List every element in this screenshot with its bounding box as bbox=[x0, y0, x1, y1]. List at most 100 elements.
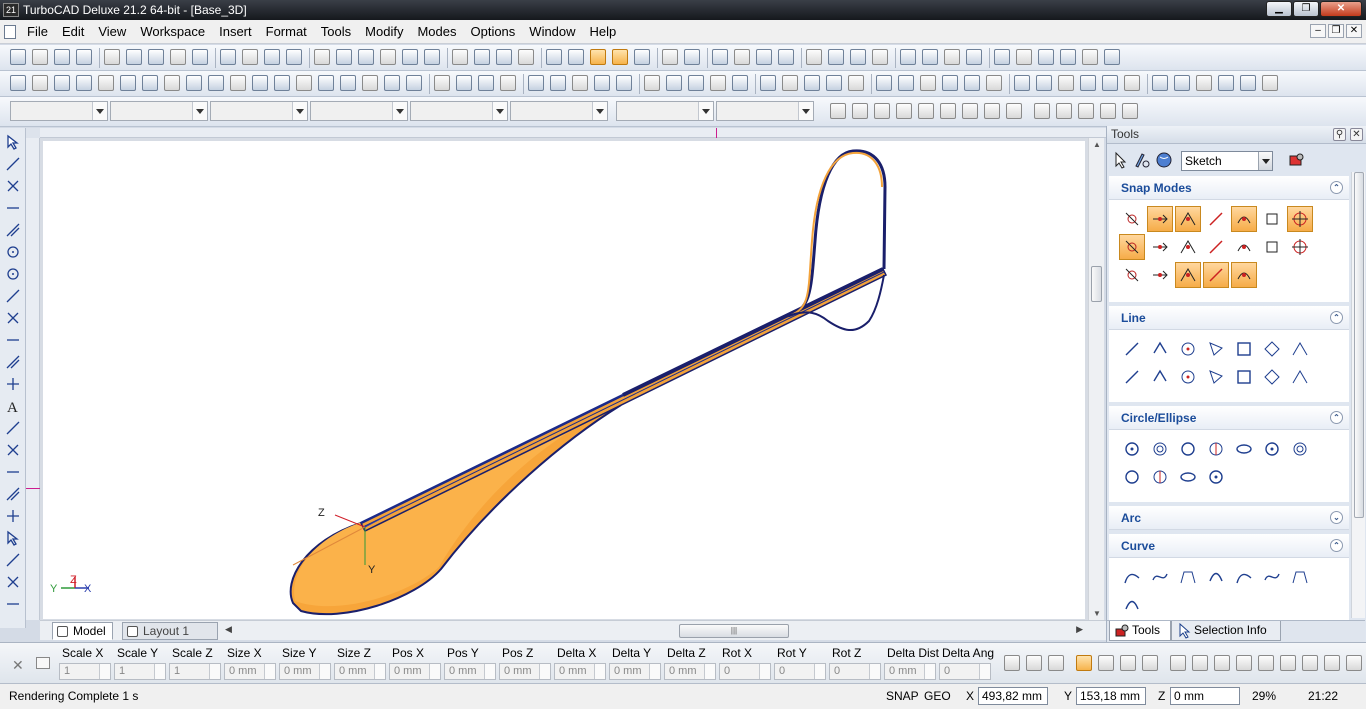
toolbar-button-icon[interactable] bbox=[186, 75, 202, 91]
field-input[interactable]: 0 mm bbox=[609, 663, 661, 680]
field-input[interactable]: 0 bbox=[939, 663, 991, 680]
layer-combo[interactable] bbox=[10, 101, 108, 121]
inspector-option-icon[interactable] bbox=[1098, 655, 1114, 671]
toolbar-button-icon[interactable] bbox=[568, 49, 584, 65]
curve-tool-icon[interactable] bbox=[1119, 592, 1145, 618]
mdi-close-icon[interactable]: ✕ bbox=[1346, 24, 1362, 38]
circle-tool-icon[interactable] bbox=[1175, 464, 1201, 490]
toolbar-button-icon[interactable] bbox=[274, 75, 290, 91]
toolbar-button-icon[interactable] bbox=[264, 49, 280, 65]
snap-mode-icon[interactable] bbox=[1231, 234, 1257, 260]
minimize-icon[interactable]: ▁ bbox=[1266, 1, 1292, 17]
circle-tool-icon[interactable] bbox=[1147, 436, 1173, 462]
section-header-arc[interactable]: Arc ⌄ bbox=[1109, 506, 1349, 530]
section-header-curve[interactable]: Curve ⌃ bbox=[1109, 534, 1349, 558]
inspector-option-icon[interactable] bbox=[1214, 655, 1230, 671]
snap-mode-icon[interactable] bbox=[1259, 234, 1285, 260]
snap-mode-icon[interactable] bbox=[1147, 234, 1173, 260]
snap-mode-icon[interactable] bbox=[1147, 206, 1173, 232]
snap-mode-icon[interactable] bbox=[1203, 262, 1229, 288]
line-tool-icon[interactable] bbox=[1259, 364, 1285, 390]
field-input[interactable]: 0 mm bbox=[884, 663, 936, 680]
inspector-option-icon[interactable] bbox=[1076, 655, 1092, 671]
snap-mode-icon[interactable] bbox=[1119, 234, 1145, 260]
menu-workspace[interactable]: Workspace bbox=[133, 21, 212, 43]
snap-toolbar-icon[interactable] bbox=[1056, 103, 1072, 119]
drawing-tool-icon[interactable] bbox=[5, 310, 21, 326]
toolbar-button-icon[interactable] bbox=[760, 75, 776, 91]
field-input[interactable]: 0 mm bbox=[444, 663, 496, 680]
toolbar-button-icon[interactable] bbox=[518, 49, 534, 65]
toolbar-button-icon[interactable] bbox=[314, 49, 330, 65]
circle-tool-icon[interactable] bbox=[1231, 436, 1257, 462]
drawing-tool-icon[interactable] bbox=[5, 200, 21, 216]
drawing-tool-icon[interactable] bbox=[5, 574, 21, 590]
toolbar-button-icon[interactable] bbox=[964, 75, 980, 91]
toolbar-button-icon[interactable] bbox=[220, 49, 236, 65]
inspector-option-icon[interactable] bbox=[1120, 655, 1136, 671]
text-tool-icon[interactable]: A bbox=[5, 398, 21, 416]
toolbar-button-icon[interactable] bbox=[54, 49, 70, 65]
toolbar-button-icon[interactable] bbox=[296, 75, 312, 91]
snap-toolbar-icon[interactable] bbox=[1034, 103, 1050, 119]
snap-toolbar-icon[interactable] bbox=[918, 103, 934, 119]
palette-scroll-thumb[interactable] bbox=[1354, 172, 1364, 518]
toolbar-button-icon[interactable] bbox=[318, 75, 334, 91]
menu-modes[interactable]: Modes bbox=[410, 21, 463, 43]
toolbar-button-icon[interactable] bbox=[528, 75, 544, 91]
collapse-icon[interactable]: ⌃ bbox=[1330, 411, 1343, 424]
model-3d-object[interactable] bbox=[289, 149, 888, 616]
snap-mode-icon[interactable] bbox=[1119, 262, 1145, 288]
field-input[interactable]: 0 mm bbox=[389, 663, 441, 680]
toolbar-button-icon[interactable] bbox=[242, 49, 258, 65]
circle-tool-icon[interactable] bbox=[1119, 464, 1145, 490]
inspector-option-icon[interactable] bbox=[1280, 655, 1296, 671]
snap-mode-icon[interactable] bbox=[1119, 206, 1145, 232]
snap-toolbar-icon[interactable] bbox=[852, 103, 868, 119]
snap-toolbar-icon[interactable] bbox=[1100, 103, 1116, 119]
toolbar-button-icon[interactable] bbox=[1014, 75, 1030, 91]
drawing-tool-icon[interactable] bbox=[5, 222, 21, 238]
grid-icon[interactable] bbox=[36, 657, 50, 669]
menu-file[interactable]: File bbox=[20, 21, 55, 43]
drawing-tool-icon[interactable] bbox=[5, 464, 21, 480]
drawing-tool-icon[interactable] bbox=[5, 354, 21, 370]
toolbar-button-icon[interactable] bbox=[1196, 75, 1212, 91]
toolbar-button-icon[interactable] bbox=[406, 75, 422, 91]
menu-edit[interactable]: Edit bbox=[55, 21, 91, 43]
toolbar-button-icon[interactable] bbox=[1016, 49, 1032, 65]
menu-help[interactable]: Help bbox=[583, 21, 624, 43]
chevron-down-icon[interactable] bbox=[1258, 152, 1272, 170]
snap-toolbar-icon[interactable] bbox=[830, 103, 846, 119]
line-tool-icon[interactable] bbox=[1175, 336, 1201, 362]
snap-mode-icon[interactable] bbox=[1175, 234, 1201, 260]
toolbar-button-icon[interactable] bbox=[76, 49, 92, 65]
toolbar-button-icon[interactable] bbox=[850, 49, 866, 65]
toolbar-button-icon[interactable] bbox=[32, 75, 48, 91]
menu-modify[interactable]: Modify bbox=[358, 21, 410, 43]
toolbar-button-icon[interactable] bbox=[192, 49, 208, 65]
field-input[interactable]: 0 bbox=[719, 663, 771, 680]
coord-y-value[interactable]: 153,18 mm bbox=[1076, 687, 1146, 705]
snap-toolbar-icon[interactable] bbox=[940, 103, 956, 119]
snap-mode-icon[interactable] bbox=[1175, 206, 1201, 232]
scroll-up-icon[interactable]: ▲ bbox=[1093, 140, 1101, 149]
drawing-tool-icon[interactable] bbox=[5, 244, 21, 260]
toolbar-button-icon[interactable] bbox=[944, 49, 960, 65]
toolbar-button-icon[interactable] bbox=[252, 75, 268, 91]
model-canvas[interactable]: Z Y Y Z X bbox=[43, 141, 1085, 619]
luminance-combo[interactable] bbox=[716, 101, 814, 121]
curve-tool-icon[interactable] bbox=[1147, 564, 1173, 590]
toolbar-button-icon[interactable] bbox=[384, 75, 400, 91]
toolbar-button-icon[interactable] bbox=[872, 49, 888, 65]
inspector-option-icon[interactable] bbox=[1142, 655, 1158, 671]
palette-mode-select[interactable]: Sketch bbox=[1181, 151, 1273, 171]
toolbar-button-icon[interactable] bbox=[634, 49, 650, 65]
drawing-tool-icon[interactable] bbox=[5, 442, 21, 458]
menu-options[interactable]: Options bbox=[463, 21, 522, 43]
toolbar-button-icon[interactable] bbox=[76, 75, 92, 91]
toolbar-button-icon[interactable] bbox=[734, 49, 750, 65]
snap-mode-icon[interactable] bbox=[1287, 206, 1313, 232]
section-header-line[interactable]: Line ⌃ bbox=[1109, 306, 1349, 330]
toolbar-button-icon[interactable] bbox=[336, 49, 352, 65]
